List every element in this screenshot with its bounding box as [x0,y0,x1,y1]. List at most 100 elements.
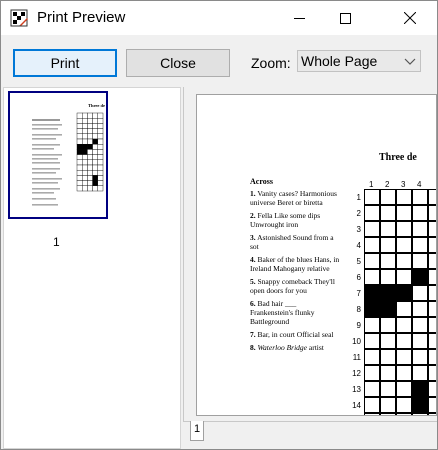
grid-cell [364,365,380,381]
thumbnail-grid-cell [76,149,83,155]
thumbnail-grid-cell [76,123,83,129]
grid-cell [396,301,412,317]
grid-cell [364,413,380,415]
grid-cell [364,269,380,285]
clue-text: Fella Like some dips Unwrought iron [250,211,321,229]
clue-text: artist [308,343,324,352]
thumbnail-grid-cell [76,118,83,124]
grid-cell [380,285,396,301]
thumbnail-grid-cell [97,128,104,134]
thumbnail-grid-cell [81,175,88,181]
clue-number: 2. [250,211,256,220]
thumbnail-grid-cell [81,128,88,134]
print-button[interactable]: Print [13,49,117,77]
puzzle-title: Three de [379,152,417,163]
grid-cell [428,189,436,205]
clue-item: 8. Waterloo Bridge artist [250,343,340,352]
grid-cell [396,189,412,205]
close-icon [404,12,416,24]
thumbnail-grid-cell [97,154,104,160]
zoom-select-value: Whole Page [301,53,378,69]
grid-cell [396,317,412,333]
grid-row-number: 13 [352,385,361,394]
zoom-select[interactable]: Whole Page [297,50,421,72]
grid-cell [396,253,412,269]
thumbnail-grid-cell [92,180,98,186]
thumbnail-grid-cell [76,144,83,150]
thumbnail-grid-cell [87,133,93,140]
grid-cell [380,365,396,381]
thumbnail-grid-cell [81,180,88,186]
grid-row-number: 2 [356,209,361,218]
clue-text: Astonished Sound from a sot [250,233,334,251]
page-preview: Three de Across 1. Vanity cases? Harmoni… [196,94,437,416]
page-tab-1[interactable]: 1 [190,421,204,441]
grid-cell [396,285,412,301]
grid-cell [380,349,396,365]
thumbnail-grid-cell [76,138,83,145]
thumbnail-grid-cell [76,164,83,171]
thumbnail-grid-cell [81,149,88,155]
grid-row-number: 12 [352,369,361,378]
close-button[interactable]: Close [126,49,230,77]
grid-cell [428,253,436,269]
clue-number: 5. [250,277,256,286]
thumbnail-grid-cell [92,128,98,134]
grid-cell [380,205,396,221]
clue-list: 1. Vanity cases? Harmonious universe Ber… [250,189,340,356]
thumbnail-grid-cell [87,180,93,186]
grid-column-number: 3 [401,180,406,189]
grid-cell [396,333,412,349]
page-thumbnail-1[interactable]: Three de [8,91,108,219]
thumbnail-grid-cell [92,133,98,140]
grid-cell [412,365,428,381]
grid-cell [396,269,412,285]
grid-cell [412,205,428,221]
minimize-button[interactable] [276,1,322,35]
thumbnail-grid-cell [81,185,88,192]
thumbnail-grid-cell [76,128,83,134]
thumbnail-page-image: Three de [10,93,106,217]
grid-cell [396,413,412,415]
grid-cell [380,189,396,205]
thumbnail-grid-cell [97,149,104,155]
grid-cell [380,221,396,237]
grid-cell [412,349,428,365]
grid-cell [380,253,396,269]
grid-cell [364,381,380,397]
print-preview-window: Print Preview Print Close Zoom: Whole Pa… [0,0,438,450]
grid-cell [428,205,436,221]
thumbnail-grid-cell [87,128,93,134]
clue-text: Bar, in court Official seal [257,330,334,339]
clue-item: 2. Fella Like some dips Unwrought iron [250,211,340,229]
thumbnail-grid-cell [92,118,98,124]
thumbnail-grid-cell [97,112,104,119]
grid-cell [412,269,428,285]
grid-cell [428,317,436,333]
page-thumbnail-pane[interactable]: Three de 1 [3,87,181,449]
thumbnail-grid-cell [81,154,88,160]
clue-number: 6. [250,299,256,308]
grid-cell [428,237,436,253]
thumbnail-grid-cell [87,154,93,160]
thumbnail-grid-cell [92,154,98,160]
thumbnail-grid-cell [92,175,98,181]
clue-number: 4. [250,255,256,264]
grid-cell [396,205,412,221]
maximize-icon [339,12,351,24]
grid-cell [396,221,412,237]
title-bar[interactable]: Print Preview [1,1,437,35]
toolbar: Print Close Zoom: Whole Page [1,35,437,87]
thumbnail-grid-cell [92,169,98,176]
grid-row-number: 4 [356,241,361,250]
thumbnail-grid-cell [81,138,88,145]
grid-cell [364,253,380,269]
clue-item: 5. Snappy comeback They'll open doors fo… [250,277,340,295]
grid-cell [428,349,436,365]
thumbnail-grid-cell [87,138,93,145]
maximize-button[interactable] [322,1,368,35]
grid-cell [428,397,436,413]
grid-row-number: 9 [356,321,361,330]
thumbnail-grid-cell [81,112,88,119]
close-window-button[interactable] [387,1,433,35]
